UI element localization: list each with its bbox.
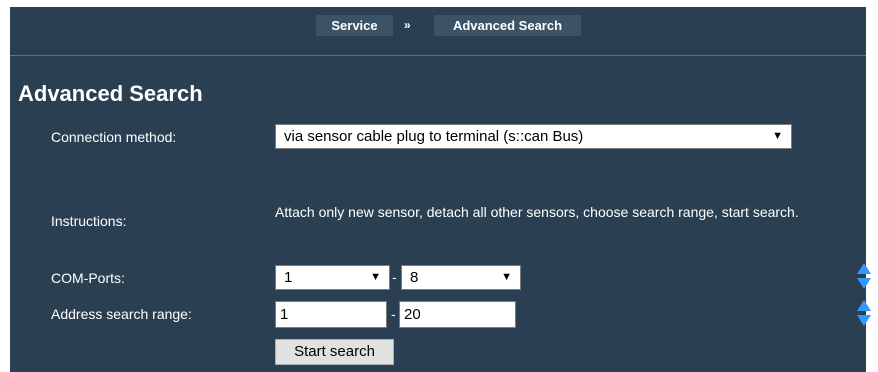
instructions-label: Instructions: — [51, 213, 127, 229]
spinner-down-icon[interactable] — [857, 278, 871, 289]
spinner-up-icon[interactable] — [857, 263, 871, 274]
spinner-up-icon[interactable] — [857, 300, 871, 311]
com-port-to-value: 8 — [410, 269, 419, 286]
address-range-spinner-icon[interactable] — [857, 300, 871, 328]
com-ports-dash: - — [392, 269, 397, 285]
connection-method-value: via sensor cable plug to terminal (s::ca… — [284, 128, 584, 145]
start-search-button[interactable]: Start search — [275, 339, 394, 365]
connection-method-select[interactable]: via sensor cable plug to terminal (s::ca… — [275, 124, 792, 149]
spinner-down-icon[interactable] — [857, 315, 871, 326]
address-to-input[interactable]: 20 — [399, 301, 516, 328]
connection-method-label: Connection method: — [51, 129, 177, 145]
chevron-down-icon: ▼ — [501, 271, 512, 283]
breadcrumb-separator-icon: » — [404, 18, 411, 32]
com-ports-spinner-icon[interactable] — [857, 263, 871, 291]
com-ports-label: COM-Ports: — [51, 270, 125, 286]
com-port-to-select[interactable]: 8 ▼ — [401, 265, 521, 290]
address-from-input[interactable]: 1 — [275, 301, 387, 328]
com-port-from-value: 1 — [284, 269, 293, 286]
com-port-from-select[interactable]: 1 ▼ — [275, 265, 390, 290]
address-range-dash: - — [391, 306, 396, 322]
breadcrumb-service[interactable]: Service — [316, 15, 393, 36]
page-title: Advanced Search — [18, 81, 203, 106]
chevron-down-icon: ▼ — [370, 271, 381, 283]
breadcrumb-advanced-search: Advanced Search — [434, 15, 581, 36]
chevron-down-icon: ▼ — [772, 130, 783, 142]
instructions-text: Attach only new sensor, detach all other… — [275, 204, 799, 220]
breadcrumb: Service » Advanced Search — [10, 7, 866, 56]
main-panel: Service » Advanced Search Advanced Searc… — [10, 7, 866, 372]
address-range-label: Address search range: — [51, 306, 192, 322]
